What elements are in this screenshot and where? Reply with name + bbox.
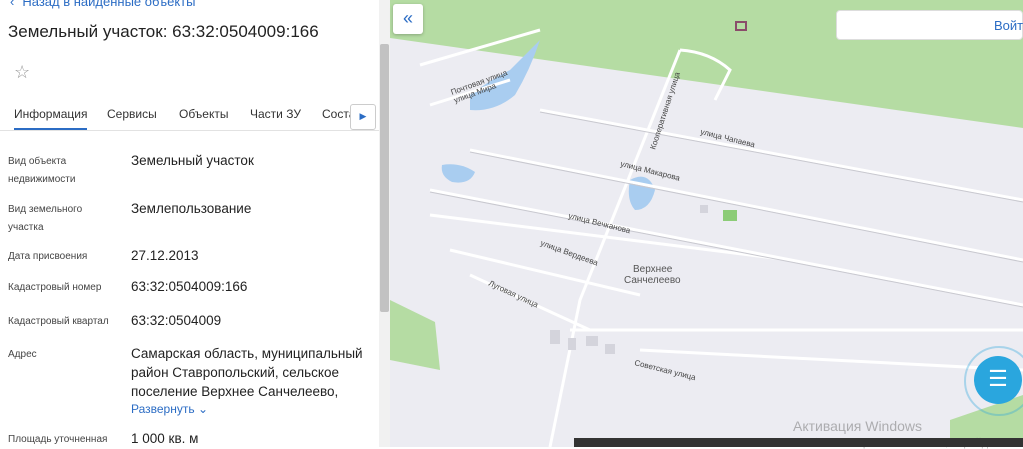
chevron-down-icon: ⌄ [197,402,209,416]
chevron-right-icon: ▶ [359,111,367,121]
map-view[interactable]: Почтовая улица улица Мира Кооперативная … [390,0,1023,447]
tab-parts[interactable]: Части ЗУ [250,107,301,121]
back-link[interactable]: ‹ Назад в найденные объекты [10,0,195,9]
tab-bar: Информация Сервисы Объекты Части ЗУ Сост… [0,100,380,131]
info-panel: ‹ Назад в найденные объекты Земельный уча… [0,0,380,447]
field-label: Адрес [8,349,37,360]
page-title: Земельный участок: 63:32:0504009:166 [8,22,319,41]
street-label: улица Вечканова [568,211,632,235]
street-label: Советская улица [634,358,698,382]
favorite-star-icon[interactable]: ☆ [14,62,30,83]
field-value: 63:32:0504009 [131,313,222,328]
field-label: Вид объекта недвижимости [8,156,76,185]
chat-bubble-icon: ☰ [988,366,1008,391]
street-label: улица Вердеева [539,238,599,267]
map-canvas[interactable]: Почтовая улица улица Мира Кооперативная … [390,0,1023,447]
tab-services[interactable]: Сервисы [107,107,157,121]
field-label: Вид земельного участка [8,204,83,233]
field-value: 27.12.2013 [131,248,199,263]
double-chevron-left-icon: « [402,8,413,28]
expand-label[interactable]: Развернуть [131,402,195,416]
field-label: Площадь уточненная [8,434,108,445]
tabs-next-button[interactable]: ▶ [350,104,376,130]
tab-information[interactable]: Информация [14,107,88,130]
field-label: Кадастровый номер [8,282,102,293]
field-value: 63:32:0504009:166 [131,279,248,294]
scrollbar-thumb[interactable] [380,44,389,312]
back-arrow-icon: ‹ [10,0,15,9]
windows-activation-watermark: Активация Windows [793,418,923,434]
expand-link[interactable]: Развернуть ⌄ [131,402,208,416]
field-value: Земельный участок [131,153,254,168]
tab-objects[interactable]: Объекты [179,107,229,121]
pond-2 [441,164,475,183]
login-button[interactable]: Войт [994,18,1023,33]
field-value: Землепользование [131,201,252,216]
field-label: Кадастровый квартал [8,316,109,327]
taskbar-strip [574,438,1023,447]
field-value: 1 000 кв. м [131,431,199,446]
field-value: Самарская область, муниципальный район С… [131,346,363,399]
chat-button[interactable]: ☰ [974,356,1022,404]
field-label: Дата присвоения [8,251,88,262]
street-label: Кооперативная улица [648,70,682,150]
park-square [723,210,737,221]
field-area-southwest [390,300,440,370]
street-label: Луговая улица [487,279,540,310]
back-link-label[interactable]: Назад в найденные объекты [22,0,195,9]
village-label: Верхнее [633,264,673,275]
village-label: Санчелеево [624,275,681,286]
collapse-panel-button[interactable]: « [393,4,423,34]
